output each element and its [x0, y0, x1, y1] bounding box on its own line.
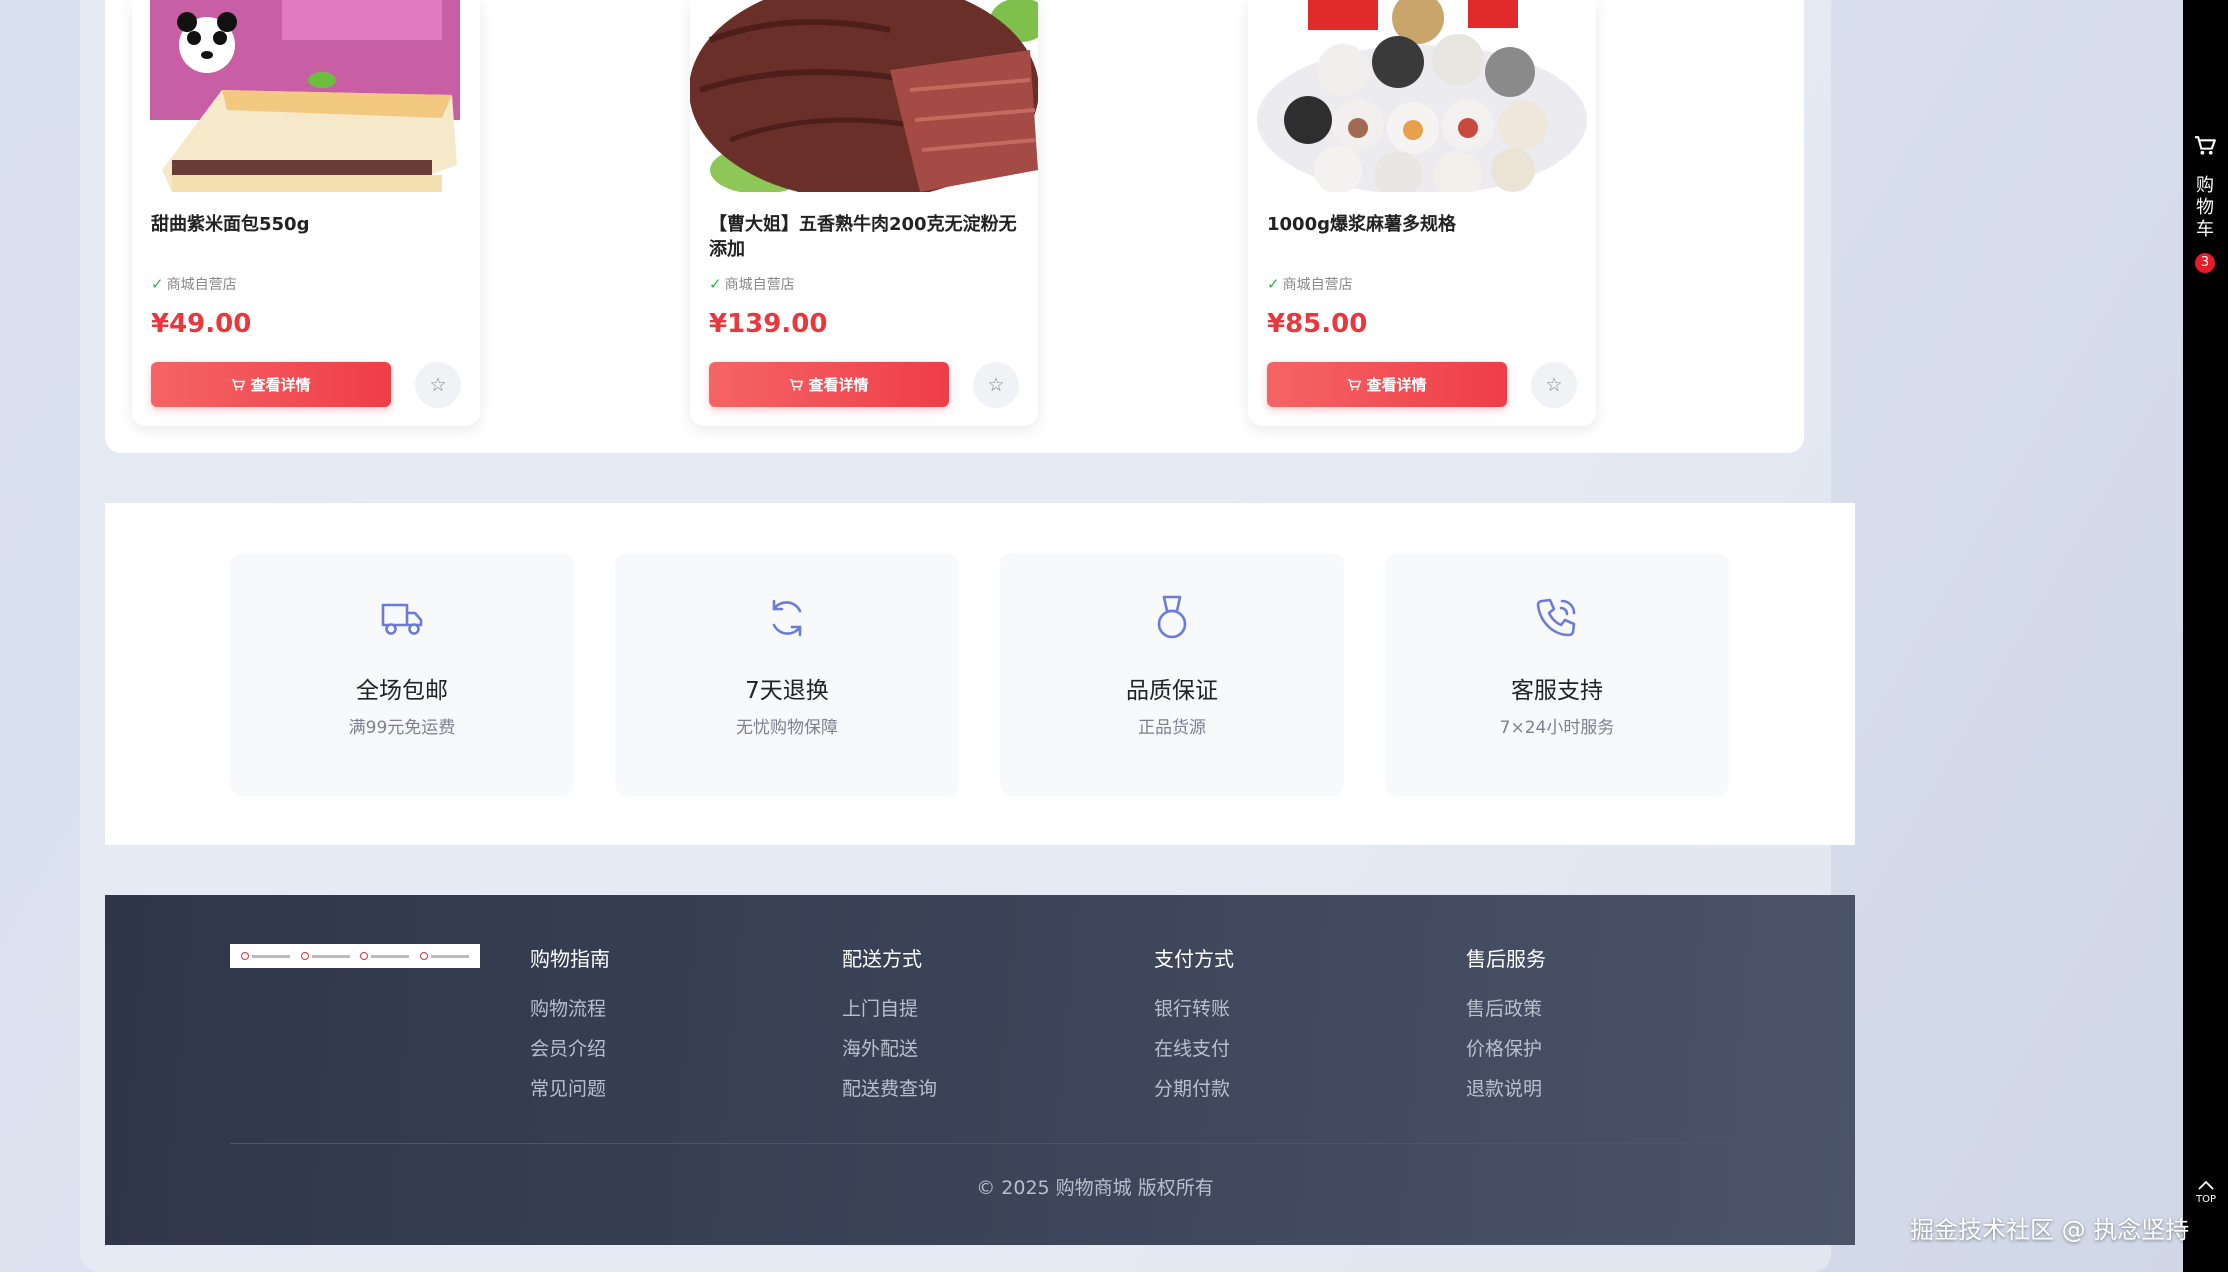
footer-column-title: 支付方式: [1154, 947, 1234, 971]
footer-link[interactable]: 常见问题: [530, 1069, 610, 1109]
feature-card-quality: 品质保证 正品货源: [1000, 553, 1344, 796]
feature-subtitle: 7×24小时服务: [1499, 718, 1615, 738]
footer-column-payment: 支付方式 银行转账 在线支付 分期付款: [1154, 943, 1234, 1109]
footer-column-title: 配送方式: [842, 947, 922, 971]
feature-title: 7天退换: [745, 678, 829, 704]
view-details-button[interactable]: 查看详情: [1267, 362, 1507, 407]
footer-link[interactable]: 配送费查询: [842, 1069, 937, 1109]
product-image[interactable]: [690, 0, 1038, 192]
watermark-text: 掘金技术社区 @ 执念坚持: [1910, 1216, 2190, 1244]
shop-label: ✓ 商城自营店: [709, 274, 795, 294]
view-details-button[interactable]: 查看详情: [151, 362, 391, 407]
shop-name: 商城自营店: [166, 277, 237, 293]
feature-title: 全场包邮: [356, 678, 448, 704]
button-label: 查看详情: [808, 376, 869, 394]
cart-count-badge: 3: [2195, 253, 2215, 273]
shop-label: ✓ 商城自营店: [151, 274, 237, 294]
product-name[interactable]: 甜曲紫米面包550g: [151, 212, 466, 237]
footer-link[interactable]: 会员介绍: [530, 1029, 610, 1069]
button-label: 查看详情: [250, 376, 311, 394]
footer-column-title: 售后服务: [1466, 947, 1546, 971]
button-label: 查看详情: [1366, 376, 1427, 394]
right-sidebar: 购物车 3 TOP: [2183, 0, 2228, 1272]
footer-link[interactable]: 上门自提: [842, 989, 937, 1029]
back-to-top-button[interactable]: TOP: [2191, 1177, 2221, 1205]
footer-link[interactable]: 售后政策: [1466, 989, 1546, 1029]
product-card[interactable]: 【曹大姐】五香熟牛肉200克无淀粉无添加 ✓ 商城自营店 ¥139.00 查看详…: [690, 0, 1038, 426]
feature-title: 品质保证: [1126, 678, 1218, 704]
copyright-text: © 2025 购物商城 版权所有: [976, 1177, 1214, 1199]
check-icon: ✓: [151, 275, 164, 293]
footer-link[interactable]: 分期付款: [1154, 1069, 1234, 1109]
footer-link[interactable]: 购物流程: [530, 989, 610, 1029]
phone-icon: [1536, 598, 1576, 637]
medal-icon: [1157, 595, 1187, 639]
favorite-button[interactable]: ☆: [1531, 362, 1577, 408]
feature-subtitle: 正品货源: [1138, 718, 1206, 738]
shop-name: 商城自营店: [1282, 277, 1353, 293]
favorite-button[interactable]: ☆: [973, 362, 1019, 408]
footer-column-after-sales: 售后服务 售后政策 价格保护 退款说明: [1466, 943, 1546, 1109]
product-name[interactable]: 1000g爆浆麻薯多规格: [1267, 212, 1582, 237]
feature-subtitle: 满99元免运费: [348, 718, 456, 738]
cart-icon: [1348, 378, 1362, 391]
star-icon: ☆: [987, 374, 1005, 396]
view-details-button[interactable]: 查看详情: [709, 362, 949, 407]
feature-card-returns: 7天退换 无忧购物保障: [615, 553, 959, 796]
footer-column-delivery: 配送方式 上门自提 海外配送 配送费查询: [842, 943, 937, 1109]
star-icon: ☆: [429, 374, 447, 396]
footer-column-shopping-guide: 购物指南 购物流程 会员介绍 常见问题: [530, 943, 610, 1109]
cart-icon: [232, 378, 246, 391]
cart-label: 购物车: [2196, 175, 2214, 240]
product-price: ¥85.00: [1267, 309, 1368, 339]
product-list-panel: 甜曲紫米面包550g ✓ 商城自营店 ¥49.00 查看详情 ☆ 【曹大姐】五香…: [105, 0, 1804, 453]
feature-card-free-shipping: 全场包邮 满99元免运费: [230, 553, 574, 796]
arrow-up-icon: [2198, 1180, 2214, 1190]
footer-link[interactable]: 在线支付: [1154, 1029, 1234, 1069]
product-image[interactable]: [132, 0, 480, 192]
footer-link[interactable]: 退款说明: [1466, 1069, 1546, 1109]
shopping-cart-icon: [2195, 136, 2216, 155]
feature-subtitle: 无忧购物保障: [736, 718, 838, 738]
check-icon: ✓: [1267, 275, 1280, 293]
product-name[interactable]: 【曹大姐】五香熟牛肉200克无淀粉无添加: [709, 212, 1024, 262]
top-label: TOP: [2195, 1194, 2216, 1205]
check-icon: ✓: [709, 275, 722, 293]
product-card[interactable]: 甜曲紫米面包550g ✓ 商城自营店 ¥49.00 查看详情 ☆: [132, 0, 480, 426]
star-icon: ☆: [1545, 374, 1563, 396]
feature-title: 客服支持: [1511, 678, 1603, 704]
shop-label: ✓ 商城自营店: [1267, 274, 1353, 294]
product-price: ¥139.00: [709, 309, 828, 339]
shop-name: 商城自营店: [724, 277, 795, 293]
service-features-panel: 全场包邮 满99元免运费 7天退换 无忧购物保障 品质保证 正品货源 客服支持 …: [105, 503, 1855, 845]
footer-link[interactable]: 价格保护: [1466, 1029, 1546, 1069]
product-price: ¥49.00: [151, 309, 252, 339]
feature-card-support: 客服支持 7×24小时服务: [1385, 553, 1729, 796]
product-image[interactable]: [1248, 0, 1596, 192]
favorite-button[interactable]: ☆: [415, 362, 461, 408]
site-footer: 购物指南 购物流程 会员介绍 常见问题 配送方式 上门自提 海外配送 配送费查询…: [105, 895, 1855, 1245]
footer-column-title: 购物指南: [530, 947, 610, 971]
product-card[interactable]: 1000g爆浆麻薯多规格 ✓ 商城自营店 ¥85.00 查看详情 ☆: [1248, 0, 1596, 426]
footer-link[interactable]: 银行转账: [1154, 989, 1234, 1029]
footer-link[interactable]: 海外配送: [842, 1029, 937, 1069]
footer-divider: [230, 1143, 1730, 1144]
refresh-icon: [772, 599, 802, 637]
truck-icon: [381, 603, 423, 635]
cart-icon: [790, 378, 804, 391]
footer-logo: [230, 944, 480, 968]
